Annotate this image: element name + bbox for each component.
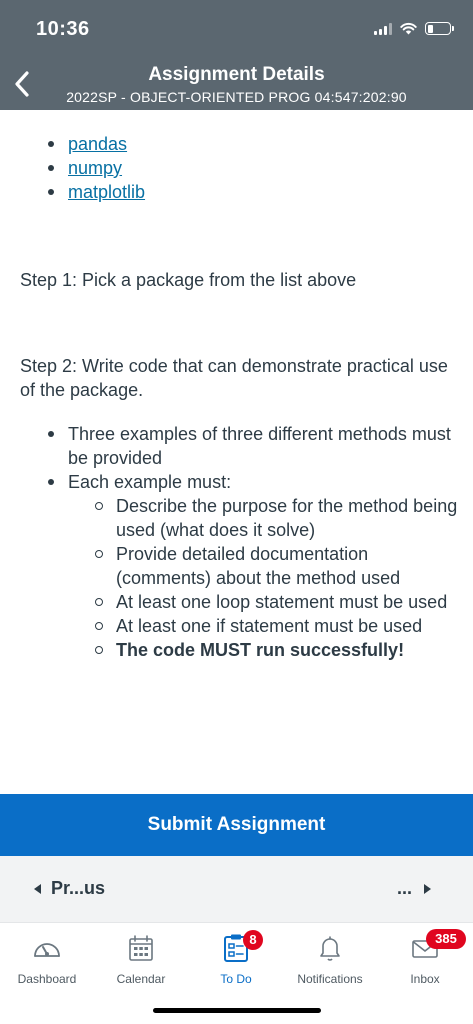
signal-icon (374, 22, 392, 35)
tab-calendar[interactable]: Calendar (94, 931, 188, 991)
list-item: matplotlib (46, 180, 145, 204)
tab-label: To Do (220, 972, 252, 986)
battery-icon (425, 22, 454, 35)
list-item: Describe the purpose for the method bein… (94, 494, 461, 542)
tab-label: Notifications (297, 972, 363, 986)
wifi-icon (400, 22, 417, 35)
step-2-text: Step 2: Write code that can demonstrate … (20, 356, 448, 400)
submit-assignment-button[interactable]: Submit Assignment (0, 794, 473, 856)
package-link-pandas[interactable]: pandas (68, 134, 127, 154)
tab-label: Inbox (410, 972, 440, 986)
list-item: pandas (46, 132, 145, 156)
tab-label: Calendar (116, 972, 166, 986)
package-link-matplotlib[interactable]: matplotlib (68, 182, 145, 202)
list-item: Each example must: Describe the purpose … (46, 470, 461, 662)
tab-label: Dashboard (17, 972, 77, 986)
list-item: The code MUST run successfully! (94, 638, 461, 662)
list-item: Three examples of three different method… (46, 422, 461, 470)
next-label: ... (396, 878, 412, 898)
requirements-list: Three examples of three different method… (46, 422, 461, 662)
home-indicator (153, 1008, 321, 1013)
inbox-badge: 385 (426, 929, 466, 949)
example-requirements-list: Describe the purpose for the method bein… (94, 494, 461, 662)
tab-notifications[interactable]: Notifications (283, 931, 377, 991)
requirement-text: Each example must: (68, 472, 232, 492)
calendar-icon (129, 935, 153, 961)
assignment-description[interactable]: pandas numpy matplotlib Step 1: Pick a p… (0, 110, 473, 794)
tab-inbox[interactable]: 385 Inbox (378, 929, 472, 991)
status-icons (374, 22, 454, 35)
previous-button[interactable]: Pr...us (34, 878, 105, 899)
step-1-text: Step 1: Pick a package from the list abo… (20, 270, 357, 290)
package-link-numpy[interactable]: numpy (68, 158, 122, 178)
list-item: At least one if statement must be used (94, 614, 461, 638)
package-list: pandas numpy matplotlib (46, 132, 145, 204)
requirement-text: Three examples of three different method… (68, 424, 451, 468)
pager: Pr...us ... (0, 856, 473, 922)
status-time: 10:36 (36, 18, 90, 40)
course-subtitle: 2022SP - OBJECT-ORIENTED PROG 04:547:202… (66, 89, 407, 105)
list-item: At least one loop statement must be used (94, 590, 461, 614)
next-button[interactable]: ... (397, 878, 431, 899)
list-item: Provide detailed documentation (comments… (94, 542, 461, 590)
tab-dashboard[interactable]: Dashboard (0, 931, 94, 991)
triangle-right-icon (424, 883, 431, 894)
bell-icon (320, 936, 340, 961)
dashboard-icon (34, 943, 60, 957)
previous-label: Pr...us (51, 878, 106, 898)
header: 10:36 Assignment Details 2022SP - OBJECT… (0, 0, 473, 110)
list-item: numpy (46, 156, 145, 180)
todo-badge: 8 (243, 930, 263, 950)
triangle-left-icon (34, 883, 41, 894)
page-title: Assignment Details (148, 64, 325, 85)
tab-todo[interactable]: 8 To Do (189, 930, 283, 991)
